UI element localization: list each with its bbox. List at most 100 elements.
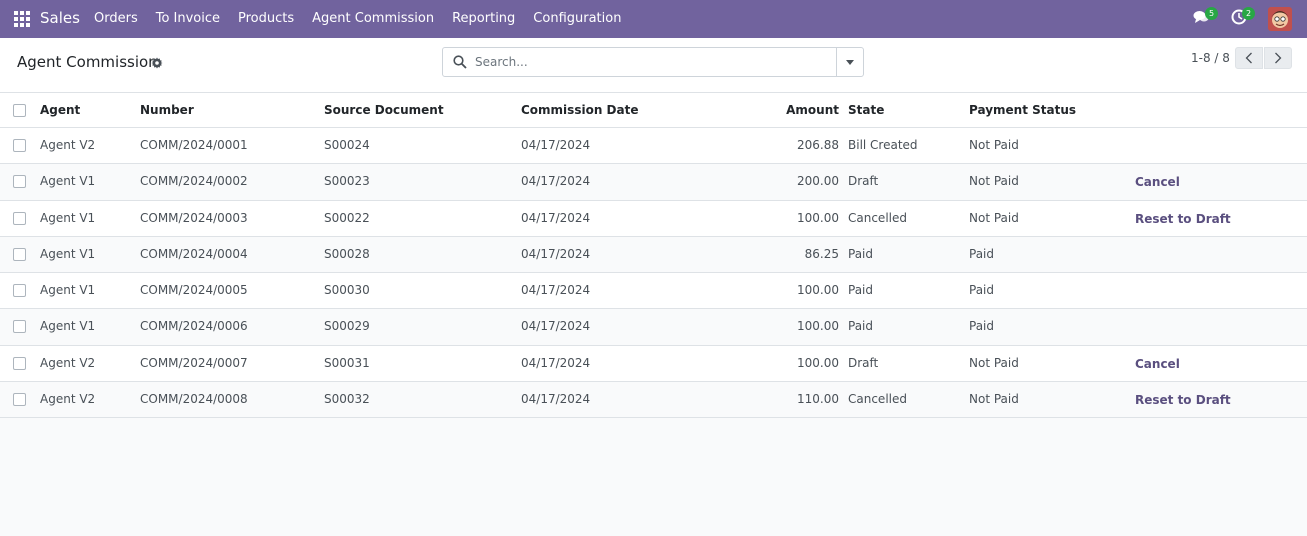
cell-agent: Agent V1 <box>40 210 96 225</box>
pager-previous-button[interactable] <box>1235 47 1263 69</box>
cell-state: Paid <box>848 319 874 334</box>
cell-payment-status: Paid <box>969 319 995 334</box>
select-all-checkbox[interactable] <box>13 104 26 117</box>
cell-payment-status: Not Paid <box>969 174 1019 189</box>
cell-number: COMM/2024/0008 <box>140 391 248 406</box>
menu-agent-commission[interactable]: Agent Commission <box>312 11 434 26</box>
table-row[interactable]: Agent V1 COMM/2024/0002 S00023 04/17/202… <box>0 164 1307 201</box>
cell-state: Cancelled <box>848 391 907 406</box>
activities-badge: 2 <box>1242 7 1255 20</box>
cell-amount: 100.00 <box>797 210 839 225</box>
row-checkbox[interactable] <box>13 284 26 297</box>
cell-number: COMM/2024/0003 <box>140 210 248 225</box>
cell-number: COMM/2024/0004 <box>140 246 248 261</box>
page-title: Agent Commission <box>17 53 158 71</box>
pager-value[interactable]: 1-8 / 8 <box>1191 51 1230 65</box>
table-row[interactable]: Agent V1 COMM/2024/0003 S00022 04/17/202… <box>0 200 1307 237</box>
row-checkbox[interactable] <box>13 356 26 370</box>
cell-payment-status: Not Paid <box>969 138 1019 152</box>
reset-to-draft-button[interactable]: Reset to Draft <box>1135 393 1231 407</box>
menu-to-invoice[interactable]: To Invoice <box>156 11 220 26</box>
header-state[interactable]: State <box>848 103 884 117</box>
cell-state: Paid <box>848 283 874 297</box>
cell-amount: 206.88 <box>797 138 839 152</box>
header-number[interactable]: Number <box>140 103 194 117</box>
cell-source-document: S00028 <box>324 246 370 261</box>
cell-commission-date: 04/17/2024 <box>521 210 591 225</box>
cancel-button[interactable]: Cancel <box>1135 175 1180 189</box>
pager-next-button[interactable] <box>1264 47 1292 69</box>
cell-agent: Agent V2 <box>40 355 96 370</box>
cell-amount: 86.25 <box>804 246 839 261</box>
user-avatar[interactable] <box>1268 7 1292 31</box>
cell-commission-date: 04/17/2024 <box>521 355 591 370</box>
header-payment-status[interactable]: Payment Status <box>969 103 1076 117</box>
cell-source-document: S00032 <box>324 391 370 406</box>
search-options-toggle[interactable] <box>836 48 863 76</box>
cell-state: Cancelled <box>848 210 907 225</box>
cell-commission-date: 04/17/2024 <box>521 246 591 261</box>
menu-configuration[interactable]: Configuration <box>533 11 621 26</box>
cell-commission-date: 04/17/2024 <box>521 391 591 406</box>
table-row[interactable]: Agent V2 COMM/2024/0001 S00024 04/17/202… <box>0 128 1307 165</box>
row-checkbox[interactable] <box>13 247 26 261</box>
chevron-left-icon <box>1245 52 1252 64</box>
cell-agent: Agent V1 <box>40 319 96 334</box>
table-header: Agent Number Source Document Commission … <box>0 93 1307 128</box>
row-checkbox[interactable] <box>13 320 26 334</box>
apps-menu-icon[interactable] <box>14 11 30 27</box>
menu-products[interactable]: Products <box>238 11 294 26</box>
cell-source-document: S00031 <box>324 355 370 370</box>
table-row[interactable]: Agent V1 COMM/2024/0006 S00029 04/17/202… <box>0 309 1307 346</box>
messages-badge: 5 <box>1205 7 1218 20</box>
cell-amount: 110.00 <box>797 391 839 406</box>
table-row[interactable]: Agent V1 COMM/2024/0004 S00028 04/17/202… <box>0 236 1307 273</box>
cancel-button[interactable]: Cancel <box>1135 357 1180 371</box>
row-checkbox[interactable] <box>13 175 26 189</box>
table-row[interactable]: Agent V1 COMM/2024/0005 S00030 04/17/202… <box>0 273 1307 310</box>
cell-state: Draft <box>848 174 879 189</box>
gear-icon[interactable] <box>151 57 163 69</box>
menu-reporting[interactable]: Reporting <box>452 11 515 26</box>
top-navbar: Sales Orders To Invoice Products Agent C… <box>0 0 1307 38</box>
cell-source-document: S00029 <box>324 319 370 334</box>
row-checkbox[interactable] <box>13 139 26 152</box>
cell-commission-date: 04/17/2024 <box>521 174 591 189</box>
header-amount[interactable]: Amount <box>786 103 839 117</box>
cell-number: COMM/2024/0002 <box>140 174 248 189</box>
row-checkbox[interactable] <box>13 392 26 406</box>
cell-agent: Agent V2 <box>40 138 96 152</box>
reset-to-draft-button[interactable]: Reset to Draft <box>1135 212 1231 226</box>
row-checkbox[interactable] <box>13 211 26 225</box>
cell-amount: 100.00 <box>797 283 839 297</box>
cell-state: Paid <box>848 246 874 261</box>
cell-amount: 200.00 <box>797 174 839 189</box>
main-menu: Orders To Invoice Products Agent Commiss… <box>94 11 639 26</box>
search-icon <box>453 55 467 69</box>
cell-amount: 100.00 <box>797 319 839 334</box>
cell-agent: Agent V1 <box>40 246 96 261</box>
search-box <box>442 47 864 77</box>
cell-agent: Agent V1 <box>40 283 96 297</box>
cell-payment-status: Not Paid <box>969 391 1019 406</box>
cell-commission-date: 04/17/2024 <box>521 283 591 297</box>
cell-agent: Agent V2 <box>40 391 96 406</box>
header-source-document[interactable]: Source Document <box>324 103 444 117</box>
cell-state: Bill Created <box>848 138 918 152</box>
chevron-right-icon <box>1275 52 1282 64</box>
cell-payment-status: Not Paid <box>969 355 1019 370</box>
header-agent[interactable]: Agent <box>40 103 80 117</box>
cell-commission-date: 04/17/2024 <box>521 319 591 334</box>
menu-orders[interactable]: Orders <box>94 11 138 26</box>
cell-source-document: S00022 <box>324 210 370 225</box>
control-panel: Agent Commission 1-8 / 8 <box>0 38 1307 93</box>
table-row[interactable]: Agent V2 COMM/2024/0008 S00032 04/17/202… <box>0 381 1307 418</box>
cell-commission-date: 04/17/2024 <box>521 138 591 152</box>
header-commission-date[interactable]: Commission Date <box>521 103 638 117</box>
cell-source-document: S00024 <box>324 138 370 152</box>
cell-payment-status: Paid <box>969 283 995 297</box>
table-row[interactable]: Agent V2 COMM/2024/0007 S00031 04/17/202… <box>0 345 1307 382</box>
app-brand[interactable]: Sales <box>40 9 80 27</box>
search-input[interactable] <box>475 53 835 71</box>
cell-payment-status: Paid <box>969 246 995 261</box>
